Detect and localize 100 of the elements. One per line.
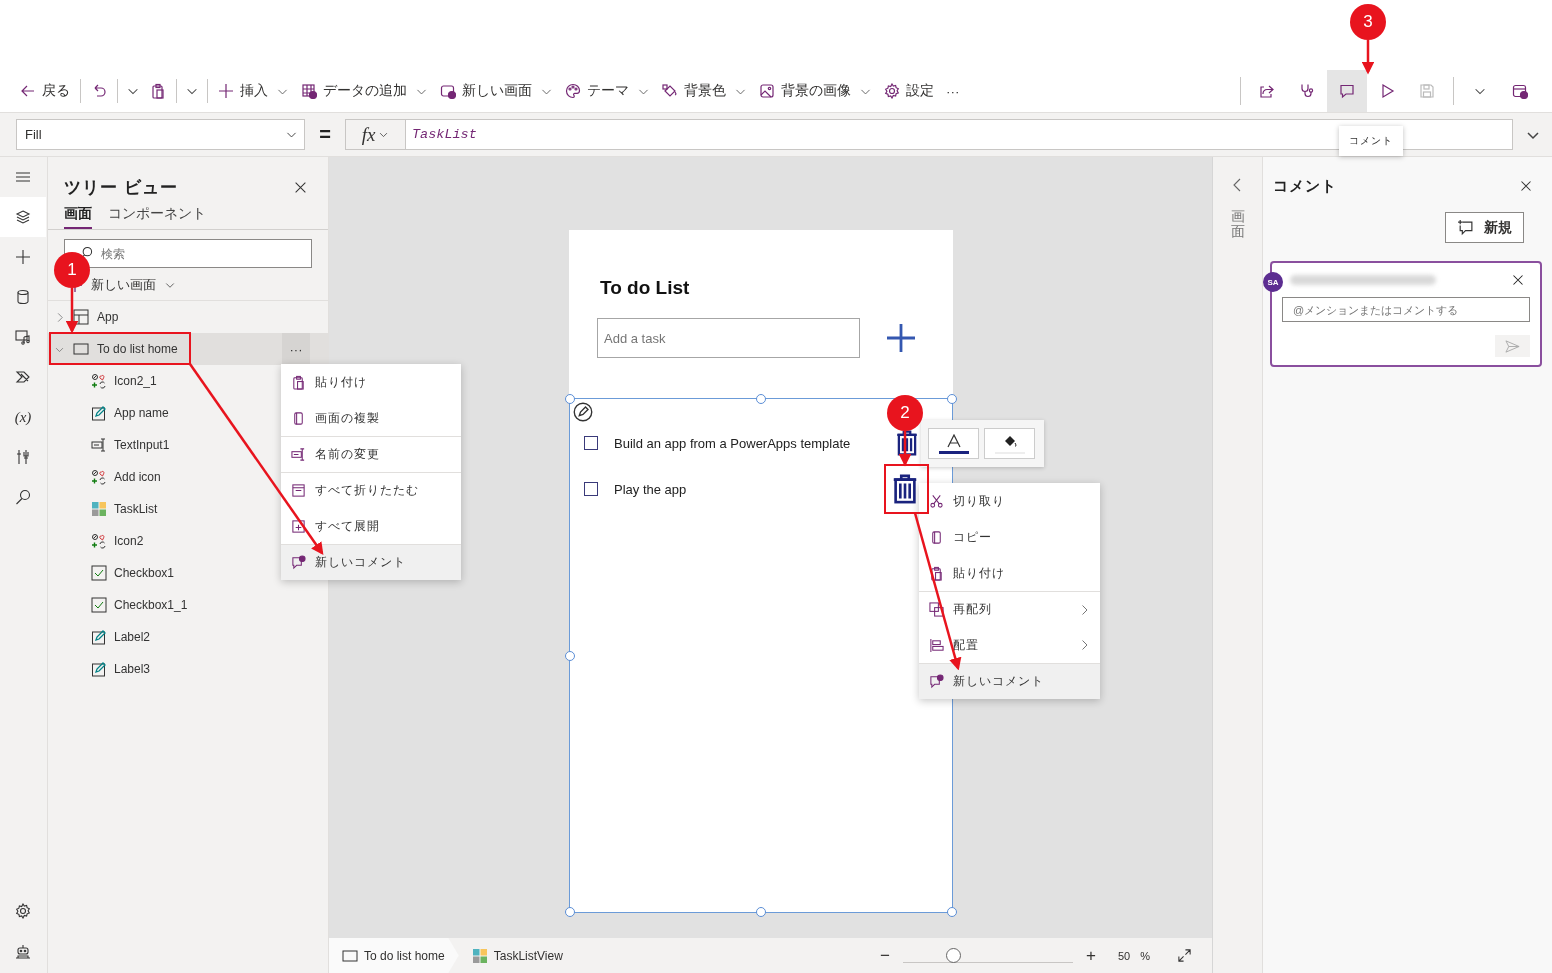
panel-title: ツリー ビュー [64,176,178,199]
stethoscope-icon [1299,83,1315,99]
resize-handle[interactable] [947,394,957,404]
double-chevron-icon [15,369,31,385]
toolbar-button[interactable]: 新しい画面 [434,75,559,107]
search-icon [15,489,31,505]
menu-item[interactable]: 名前の変更 [281,436,461,472]
menu-item[interactable]: 切り取り [919,483,1100,519]
toolbar-button[interactable]: 背景色 [656,75,753,107]
menu-item[interactable]: すべて展開 [281,508,461,544]
clipboard-icon [291,374,306,390]
plus-icon [15,249,31,265]
publish-icon [1512,83,1528,99]
close-icon [1520,180,1532,192]
clipboard-icon [150,83,166,99]
toolbar-button[interactable]: 挿入 [212,75,295,107]
toolbar-button[interactable]: 設定 [878,75,940,107]
task-input[interactable]: Add a task [597,318,860,358]
checkbox[interactable] [584,436,598,450]
send-icon [1505,338,1520,354]
tree-item[interactable]: Checkbox1_1 [48,589,328,621]
menu-item[interactable]: 画面の複製 [281,400,461,436]
variables-button[interactable]: (x) [0,397,46,437]
avatar: SA [1263,272,1283,292]
new-comment-button[interactable]: 新規 [1445,212,1524,243]
tree-item[interactable]: Label2 [48,621,328,653]
reorder-icon [929,602,944,617]
step-badge: 3 [1350,4,1386,40]
resize-handle[interactable] [565,650,575,661]
database-icon [15,289,31,305]
menu-icon [15,169,31,185]
menu-item[interactable]: 新しいコメント [281,544,461,580]
annotation-arrow [65,288,79,334]
annotation-arrow [1361,40,1375,75]
edit-icon [573,402,593,422]
label-icon [91,661,107,677]
resize-handle[interactable] [565,394,575,404]
tooltip: コメント [1339,126,1403,156]
tree-item[interactable]: Label3 [48,653,328,685]
scissors-icon [929,493,944,509]
copy-icon [929,529,944,545]
resize-handle[interactable] [947,907,957,917]
menu-item[interactable]: すべて折りたたむ [281,472,461,508]
task-text: Build an app from a PowerApps template [614,435,851,451]
menu-item[interactable]: 新しいコメント [919,663,1100,699]
toolbar-button[interactable]: 戻る [14,75,76,107]
more-button[interactable]: ··· [940,75,966,107]
font-color-icon [937,433,970,454]
duplicate-icon [291,410,306,426]
menu-item[interactable]: 貼り付け [919,555,1100,591]
resize-handle[interactable] [756,907,766,917]
comment-button[interactable] [1327,70,1367,112]
checkbox-icon [91,597,107,613]
collapse-all-icon [291,483,306,498]
plus-icon [218,83,234,99]
play-icon [1379,83,1395,99]
annotation-arrow [898,431,912,467]
toolbar-button[interactable]: データの追加 [295,75,434,107]
comment-field[interactable]: @メンションまたはコメントする [1282,297,1530,322]
equals-sign: = [318,123,332,146]
trash-icon [894,430,920,456]
share-icon [1259,83,1275,99]
tab[interactable]: コンポーネント [108,205,206,229]
menu-item[interactable]: 貼り付け [281,364,461,400]
palette-icon [565,83,581,99]
resize-handle[interactable] [756,394,766,404]
clipboard-icon [929,565,944,581]
fill-color-button[interactable] [984,428,1035,459]
function-button[interactable]: fx [345,119,405,150]
property-dropdown[interactable]: Fill [16,119,305,150]
resize-handle[interactable] [565,907,575,917]
tab[interactable]: 画面 [64,205,92,229]
menu-item[interactable]: コピー [919,519,1100,555]
font-color-button[interactable] [928,428,979,459]
zoom-slider[interactable] [902,948,1073,963]
layers-button[interactable] [0,197,46,237]
zoom-value: 50 [1117,949,1131,962]
zoom-out-button[interactable]: − [874,945,895,966]
task-text: Play the app [614,481,687,497]
slider-thumb[interactable] [945,947,961,963]
icons-icon [91,533,107,549]
screen-icon [73,341,89,357]
tree-item[interactable]: To do list home ··· [48,333,328,365]
checkbox[interactable] [584,482,598,496]
menu-item[interactable]: 再配列 [919,591,1100,627]
close-icon [1512,274,1524,286]
back-arrow-icon [20,83,36,99]
zoom-in-button[interactable]: + [1080,945,1101,966]
breadcrumb[interactable]: To do list home [329,938,459,973]
screen-tab[interactable]: 画面 [1230,209,1245,240]
add-icon [885,322,917,354]
more-button[interactable]: ··· [282,333,310,365]
menu-item[interactable]: 配置 [919,627,1100,663]
send-button[interactable] [1495,335,1530,357]
paint-bucket-icon [662,83,678,99]
toolbar-button[interactable]: 背景の画像 [753,75,878,107]
toolbar-button[interactable]: テーマ [559,75,656,107]
checkbox-icon [91,565,107,581]
tree-item[interactable]: App [48,301,328,333]
panel-title: コメント [1273,176,1337,196]
